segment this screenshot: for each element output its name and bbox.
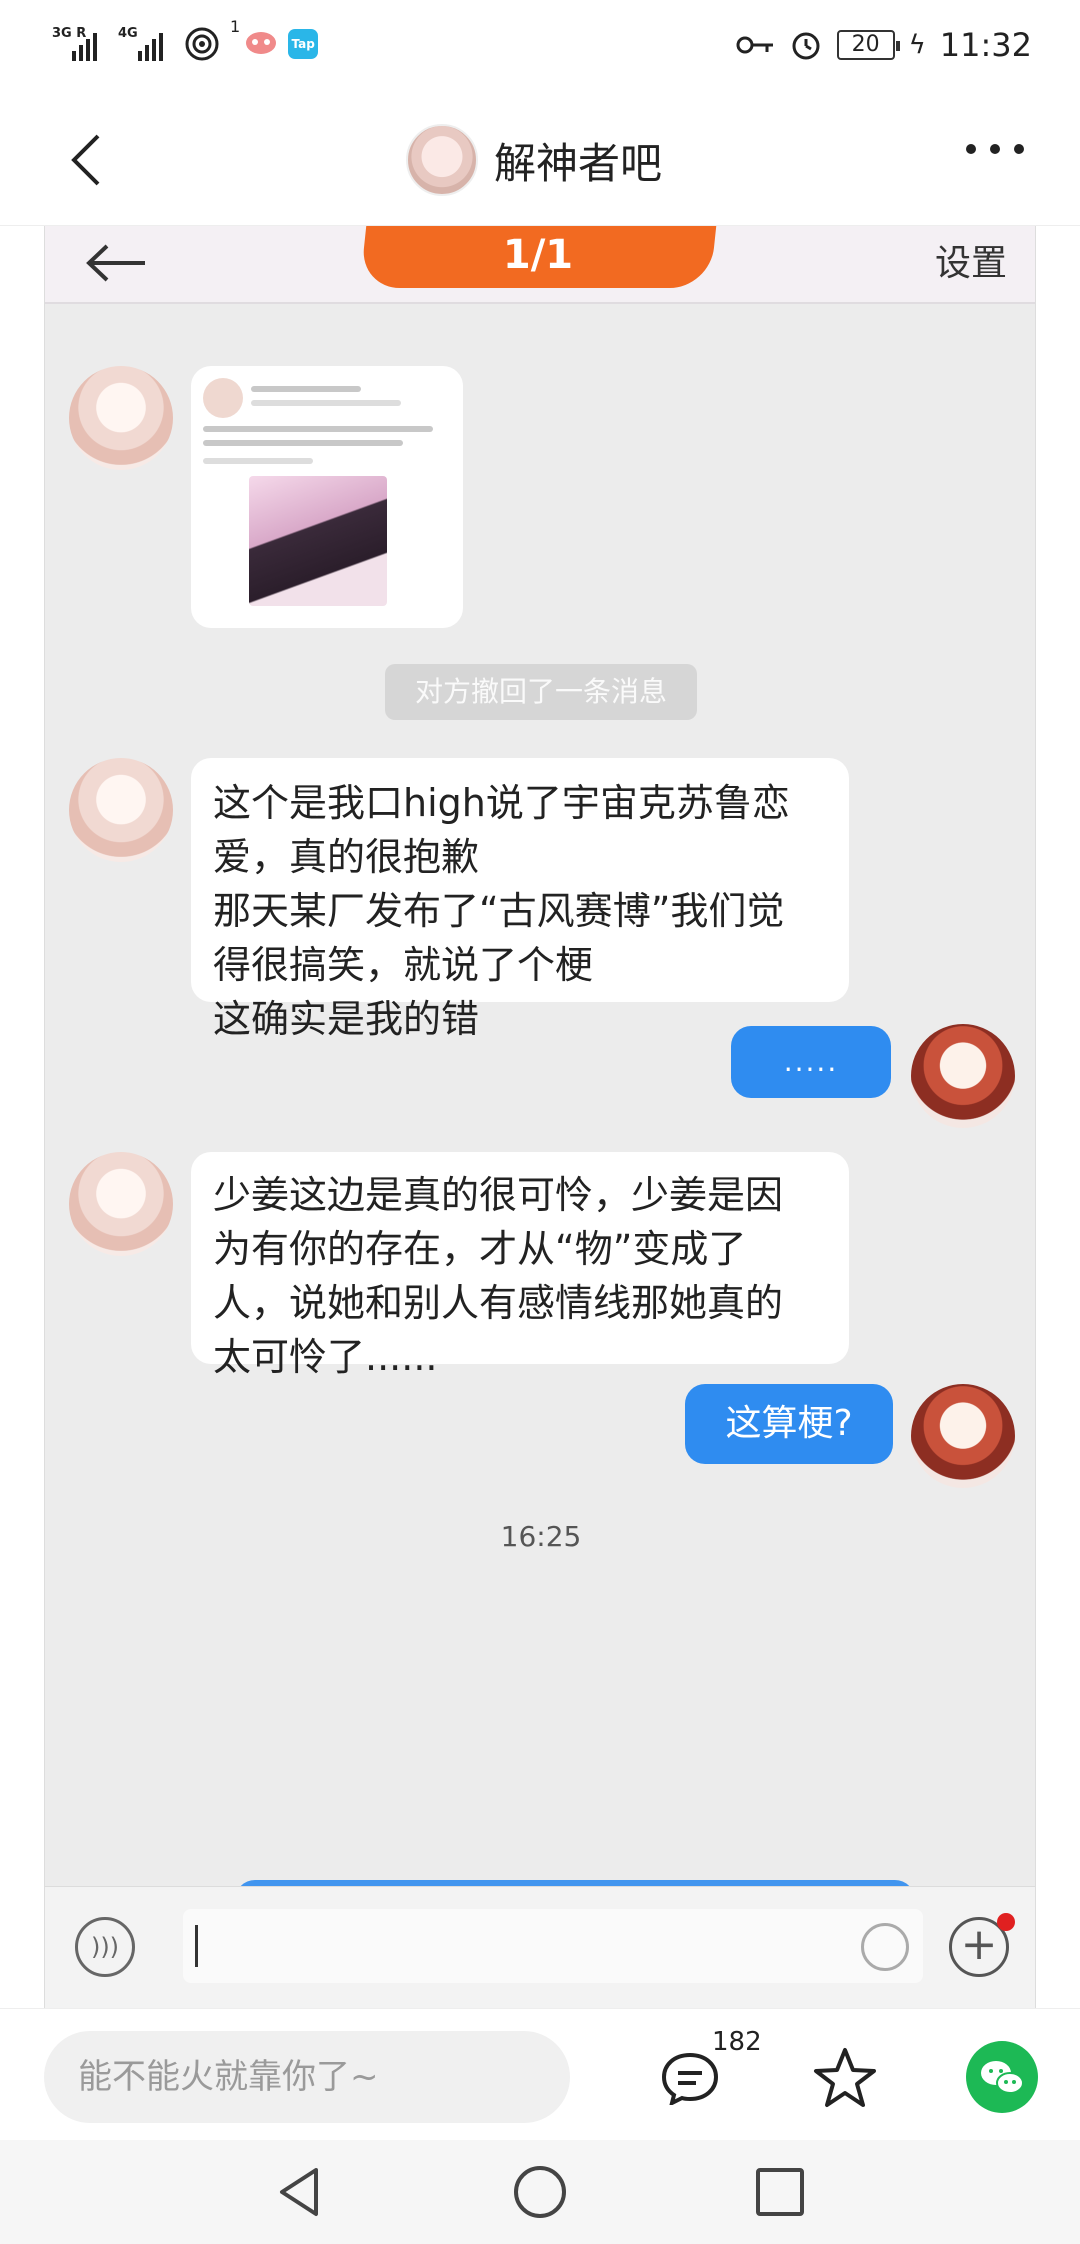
- message-bubble-left: 这个是我口high说了宇宙克苏鲁恋 爱，真的很抱歉 那天某厂发布了“古风赛博”我…: [191, 758, 849, 1041]
- favorite-button[interactable]: [812, 2045, 878, 2111]
- sim2-label: 4G: [118, 26, 138, 41]
- red-dot-badge: [997, 1913, 1015, 1931]
- sender-avatar: [69, 1152, 173, 1256]
- settings-label: 设置: [934, 243, 1007, 284]
- chevron-left-icon: [71, 134, 100, 186]
- more-options-button[interactable]: [966, 144, 1024, 154]
- message-bubble-left: 少姜这边是真的很可怜，少姜是因 为有你的存在，才从“物”变成了 人，说她和别人有…: [191, 1152, 849, 1379]
- forum-title-group[interactable]: 解神者吧: [406, 124, 662, 196]
- chat-screenshot-image: 1/1 设置 对方撤回了一条消息 这个是我口high说了宇宙克苏鲁恋 爱，真的很…: [44, 226, 1036, 2008]
- comment-icon: [661, 2052, 719, 2107]
- nav-home-button[interactable]: [514, 2166, 566, 2218]
- alarm-icon: [792, 32, 820, 60]
- message-text: 少姜这边是真的很可怜，少姜是因 为有你的存在，才从“物”变成了 人，说她和别人有…: [213, 1173, 784, 1379]
- page-header: 解神者吧: [0, 96, 1080, 226]
- message-bubble-right: 这算梗?: [685, 1384, 893, 1464]
- comment-count: 182: [712, 2027, 762, 2057]
- wechat-icon: [981, 2061, 1024, 2094]
- message-text: 这算梗?: [725, 1403, 853, 1444]
- cellular-signal-icon-2: 4G: [118, 27, 174, 61]
- wechat-share-button[interactable]: [966, 2041, 1038, 2113]
- message-bubble-right: .....: [731, 1026, 891, 1098]
- recall-notice: 对方撤回了一条消息: [385, 664, 697, 720]
- reply-bar: 能不能火就靠你了~ 182: [0, 2008, 1080, 2140]
- battery-icon: 20: [836, 30, 900, 60]
- voice-icon: ))): [75, 1917, 135, 1977]
- notification-count: 1: [230, 16, 241, 36]
- star-icon: [814, 2048, 876, 2107]
- clock: 11:32: [939, 26, 1032, 64]
- hotspot-icon: [185, 27, 219, 61]
- post-author-avatar: [203, 378, 243, 418]
- back-button[interactable]: [60, 130, 120, 190]
- page-indicator: 1/1: [502, 232, 574, 278]
- sender-avatar: [69, 758, 173, 862]
- system-navigation-bar: [0, 2140, 1080, 2244]
- message-text: 这个是我口high说了宇宙克苏鲁恋 爱，真的很抱歉 那天某厂发布了“古风赛博”我…: [213, 781, 790, 1041]
- post-image: [249, 476, 387, 606]
- message-text: .....: [783, 1045, 839, 1078]
- screenshot-top-bar: 1/1 设置: [45, 226, 1035, 304]
- tap-app-icon: Tap: [288, 29, 319, 59]
- nav-back-button[interactable]: [274, 2166, 326, 2218]
- sender-avatar: [69, 366, 173, 470]
- battery-level: 20: [851, 32, 880, 57]
- emoji-icon: [861, 1923, 909, 1971]
- screenshot-input-bar: ))) +: [45, 1886, 1035, 2008]
- shared-post-card: [191, 366, 463, 628]
- triangle-back-icon: [280, 2168, 318, 2216]
- charging-icon: ϟ: [908, 30, 926, 60]
- message-timestamp: 16:25: [500, 1520, 582, 1553]
- key-icon: [736, 36, 773, 54]
- screenshot-text-field: [183, 1909, 923, 1983]
- page-title: 解神者吧: [494, 138, 663, 188]
- own-avatar: [911, 1384, 1015, 1488]
- status-bar: 3G R 4G 1 Tap 20 ϟ 11:32: [0, 0, 1080, 96]
- own-avatar: [911, 1024, 1015, 1128]
- forum-avatar: [406, 124, 478, 196]
- arrow-left-icon: [86, 244, 145, 282]
- reply-input[interactable]: 能不能火就靠你了~: [44, 2031, 570, 2123]
- nav-recents-button[interactable]: [756, 2168, 804, 2216]
- comment-button[interactable]: [660, 2051, 720, 2107]
- cellular-signal-icon: 3G R: [52, 27, 108, 61]
- app-notification-icon: [246, 32, 277, 54]
